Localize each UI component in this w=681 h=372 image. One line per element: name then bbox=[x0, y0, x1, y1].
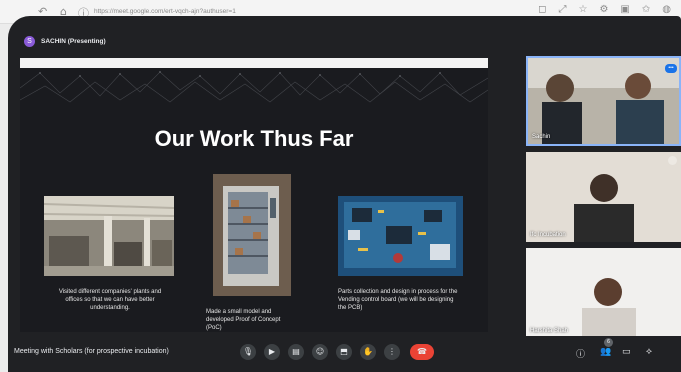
people-icon[interactable]: 👥 bbox=[600, 347, 611, 357]
pcb-board-photo bbox=[338, 196, 463, 276]
presenter-label: SACHIN (Presenting) bbox=[41, 37, 106, 45]
camera-icon[interactable]: ▶ bbox=[264, 344, 280, 360]
meet-window: S SACHIN (Presenting) Our Work Thus Far bbox=[8, 16, 681, 366]
captions-icon[interactable]: ▤ bbox=[288, 344, 304, 360]
info-icon[interactable]: ⓘ bbox=[576, 347, 585, 360]
participant-name: Harshita Shah bbox=[530, 328, 569, 334]
more-options-icon[interactable]: ⋮ bbox=[384, 344, 400, 360]
hexagon-pattern bbox=[20, 71, 488, 103]
participant-tile-harshita[interactable]: Harshita Shah bbox=[526, 248, 681, 338]
chat-icon[interactable]: ▭ bbox=[622, 347, 631, 357]
slide-title: Our Work Thus Far bbox=[154, 126, 354, 151]
participant-name: Sachin bbox=[532, 134, 551, 140]
participant-video bbox=[526, 248, 681, 338]
extensions-icon[interactable]: ⚙ bbox=[599, 4, 608, 15]
meeting-title: Meeting with Scholars (for prospective i… bbox=[14, 348, 169, 355]
presenter-avatar: S bbox=[24, 35, 35, 47]
raise-hand-icon[interactable]: ✋ bbox=[360, 344, 376, 360]
reader-icon[interactable]: ◻ bbox=[538, 4, 546, 15]
shared-screen: Our Work Thus Far Visited different comp… bbox=[20, 58, 488, 332]
participant-tile-sachin[interactable]: Sachin ••• bbox=[526, 56, 681, 146]
participant-video bbox=[528, 58, 679, 144]
browser-extension-icons: ◻ ⤢ ☆ ⚙ ▣ ✩ ◍ bbox=[538, 4, 671, 15]
collections-icon[interactable]: ▣ bbox=[620, 4, 629, 15]
participant-tile-incubation[interactable]: Ifc Incubation bbox=[526, 152, 681, 242]
caption-model: Made a small model and developed Proof o… bbox=[206, 309, 281, 331]
zoom-icon[interactable]: ⤢ bbox=[558, 4, 566, 15]
end-call-icon[interactable]: ☎ bbox=[410, 344, 434, 360]
participant-name: Ifc Incubation bbox=[530, 232, 566, 238]
profile-icon[interactable]: ◍ bbox=[662, 4, 671, 15]
slide-top-strip bbox=[20, 58, 488, 68]
emoji-icon[interactable]: ☺ bbox=[312, 344, 328, 360]
caption-visited: Visited different companies' plants and … bbox=[58, 289, 162, 311]
presenter-bar: S SACHIN (Presenting) bbox=[24, 30, 106, 52]
mic-icon[interactable]: 🎙 bbox=[240, 344, 256, 360]
warehouse-photo bbox=[44, 196, 174, 276]
bookmark-star-icon[interactable]: ☆ bbox=[578, 4, 587, 15]
tile-options-icon[interactable] bbox=[668, 156, 677, 165]
people-count-badge: 6 bbox=[604, 338, 613, 347]
vending-model-photo bbox=[213, 174, 291, 296]
meet-control-bar: Meeting with Scholars (for prospective i… bbox=[8, 336, 681, 372]
caption-pcb: Parts collection and design in process f… bbox=[338, 289, 458, 311]
activities-icon[interactable]: ⟡ bbox=[646, 347, 652, 357]
favorites-icon[interactable]: ✩ bbox=[642, 4, 650, 15]
participant-video bbox=[526, 152, 681, 242]
present-icon[interactable]: ⬒ bbox=[336, 344, 352, 360]
speaking-indicator: ••• bbox=[665, 64, 677, 73]
